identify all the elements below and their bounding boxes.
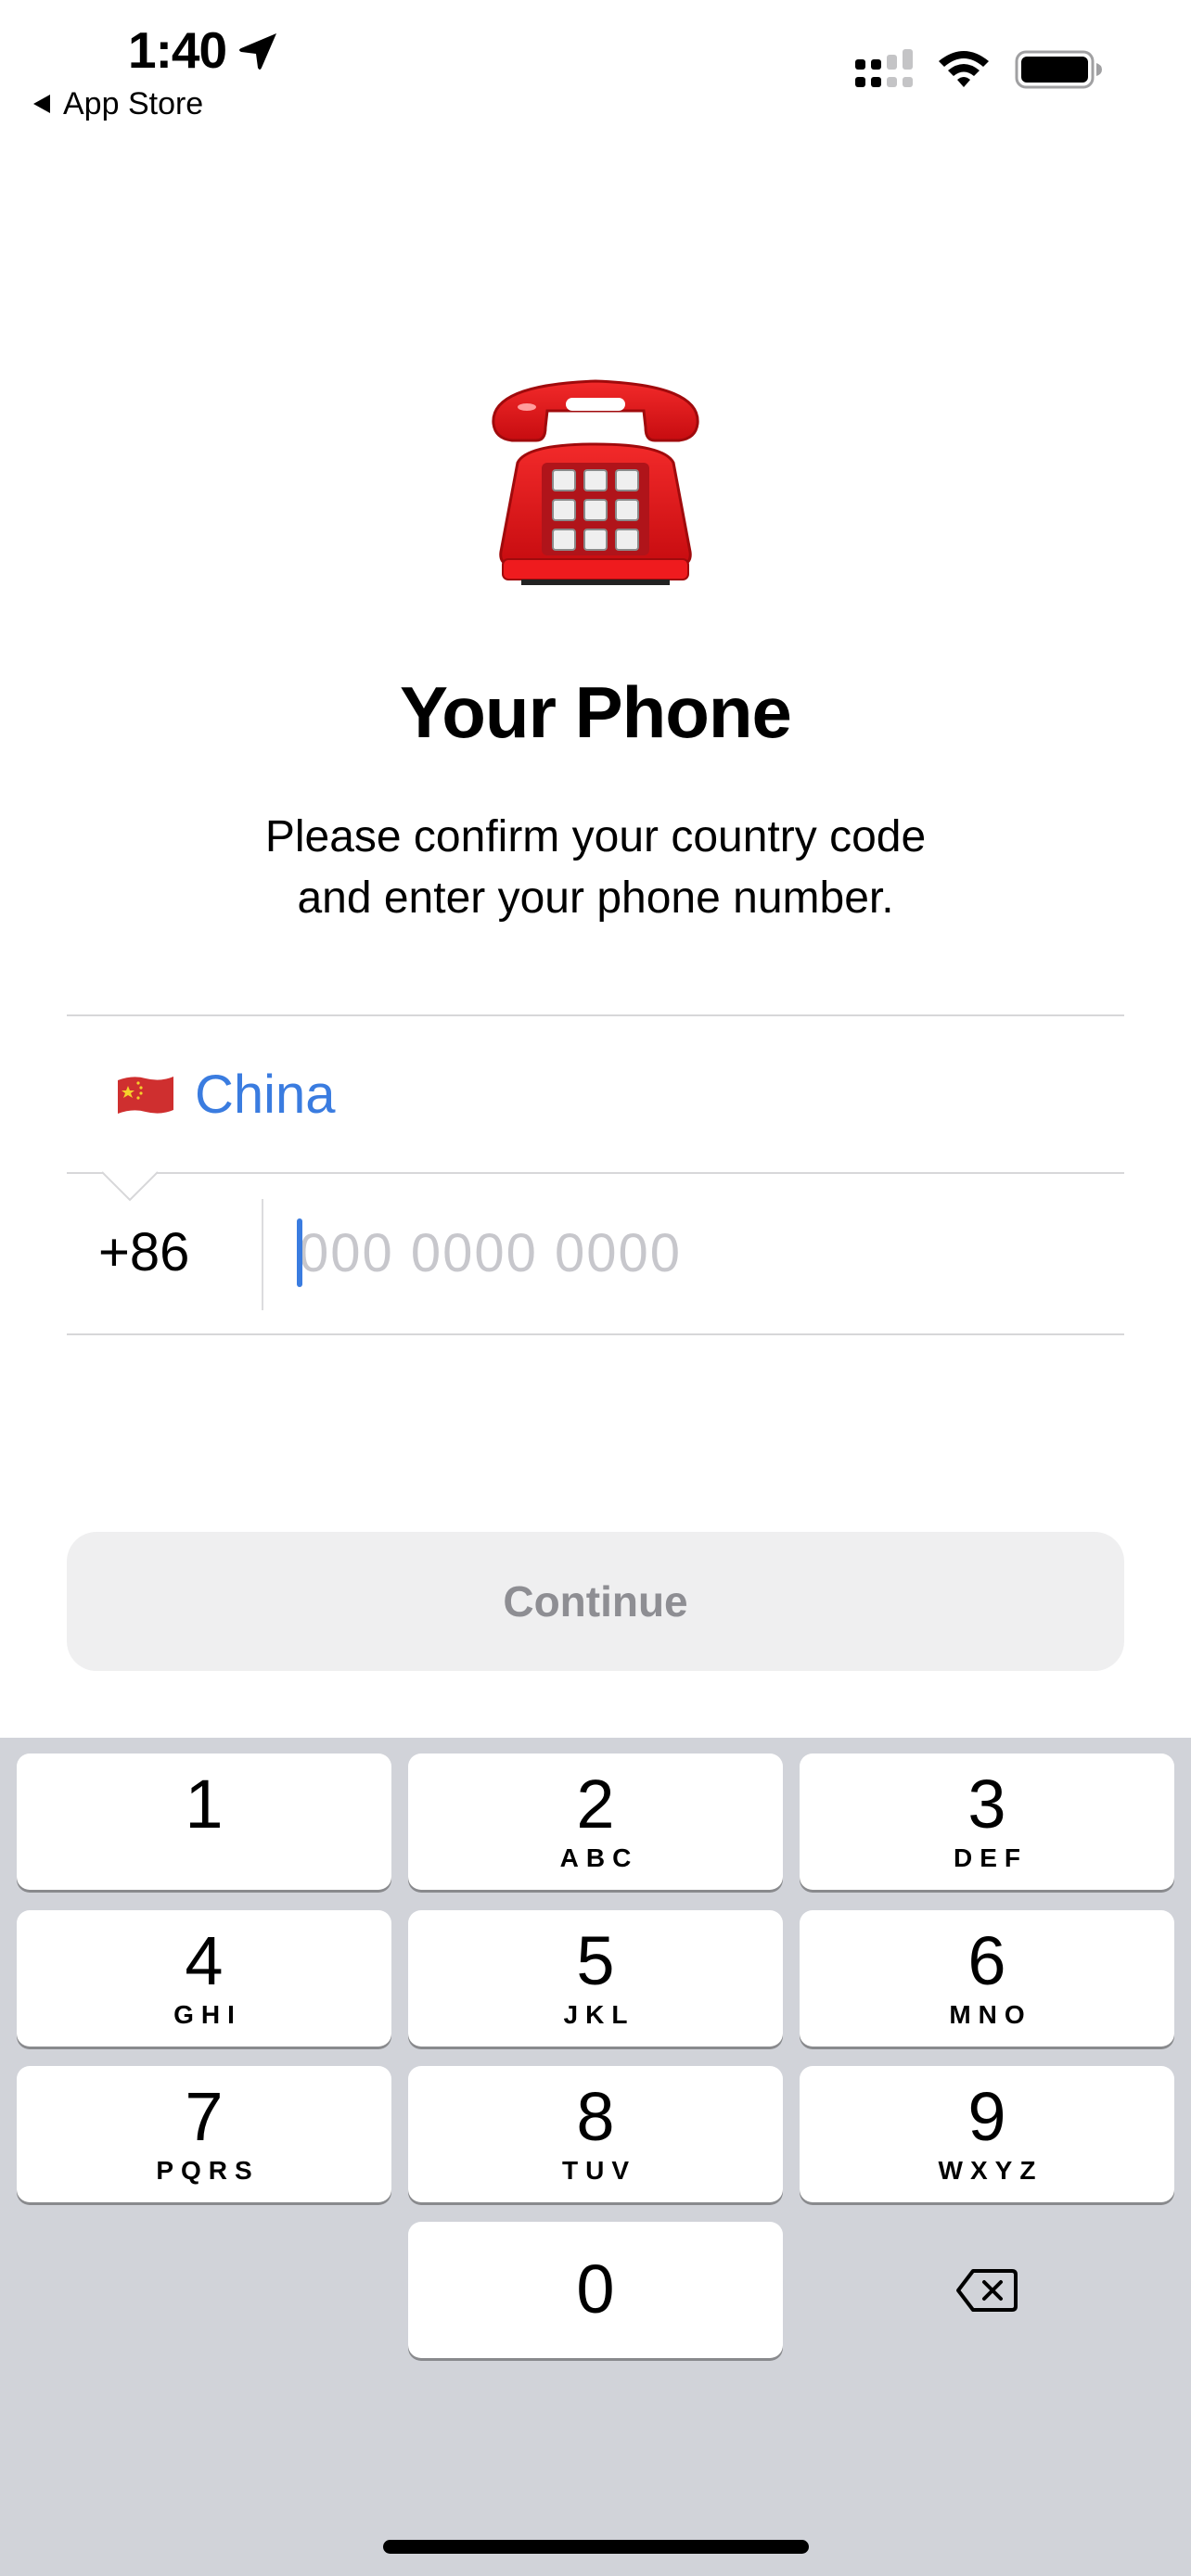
key-4[interactable]: 4 GHI	[17, 1910, 391, 2047]
vertical-separator	[262, 1199, 263, 1310]
key-letters: MNO	[949, 2000, 1032, 2029]
key-2[interactable]: 2 ABC	[408, 1753, 783, 1890]
subtitle-line: and enter your phone number.	[297, 874, 894, 923]
key-3[interactable]: 3 DEF	[800, 1753, 1174, 1890]
home-indicator[interactable]	[383, 2540, 809, 2554]
backspace-key[interactable]	[800, 2222, 1174, 2358]
text-caret	[297, 1218, 302, 1287]
key-digit: 6	[967, 1922, 1006, 1999]
key-digit: 8	[576, 2078, 615, 2155]
key-9[interactable]: 9 WXYZ	[800, 2066, 1174, 2202]
telephone-icon	[492, 379, 699, 585]
wifi-icon	[939, 51, 989, 87]
key-letters: TUV	[562, 2156, 636, 2185]
page-subtitle: Please confirm your country code and ent…	[0, 807, 1191, 929]
phone-number-input[interactable]	[299, 1211, 1096, 1294]
china-flag-icon	[118, 1077, 173, 1114]
page-title: Your Phone	[400, 671, 792, 753]
key-5[interactable]: 5 JKL	[408, 1910, 783, 2047]
country-code-field[interactable]: +86	[98, 1220, 189, 1285]
status-time: 1:40	[128, 21, 227, 79]
key-digit: 0	[576, 2251, 615, 2327]
key-6[interactable]: 6 MNO	[800, 1910, 1174, 2047]
back-label: App Store	[63, 86, 204, 121]
phone-entry-row: +86	[67, 1174, 1124, 1333]
key-letters: PQRS	[156, 2156, 260, 2185]
back-triangle-icon	[33, 95, 50, 113]
key-letters: WXYZ	[938, 2156, 1044, 2185]
key-digit: 1	[185, 1766, 224, 1843]
key-digit: 5	[576, 1922, 615, 1999]
key-letters: GHI	[173, 2000, 242, 2029]
delete-backward-icon	[956, 2268, 1018, 2312]
key-7[interactable]: 7 PQRS	[17, 2066, 391, 2202]
country-selector[interactable]: China	[67, 1016, 1124, 1172]
numeric-keypad: 1 2 ABC 3 DEF 4 GHI 5 JKL 6 MNO 7 PQRS 8…	[0, 1738, 1191, 2576]
dual-sim-signal-icon	[855, 49, 913, 87]
key-0[interactable]: 0	[408, 2222, 783, 2358]
location-arrow-icon	[239, 33, 276, 70]
battery-icon	[1015, 50, 1102, 89]
key-digit: 2	[576, 1766, 615, 1843]
country-name: China	[195, 1065, 336, 1125]
key-letters: DEF	[954, 1843, 1028, 1872]
key-digit: 4	[185, 1922, 224, 1999]
key-letters: JKL	[563, 2000, 635, 2029]
back-to-app-store-link[interactable]: App Store	[33, 83, 203, 124]
continue-button[interactable]: Continue	[67, 1532, 1124, 1671]
key-digit: 9	[967, 2078, 1006, 2155]
subtitle-line: Please confirm your country code	[264, 812, 927, 861]
key-letters: ABC	[559, 1843, 639, 1872]
divider	[67, 1333, 1124, 1335]
key-1[interactable]: 1	[17, 1753, 391, 1890]
key-8[interactable]: 8 TUV	[408, 2066, 783, 2202]
key-digit: 3	[967, 1766, 1006, 1843]
key-digit: 7	[185, 2078, 224, 2155]
